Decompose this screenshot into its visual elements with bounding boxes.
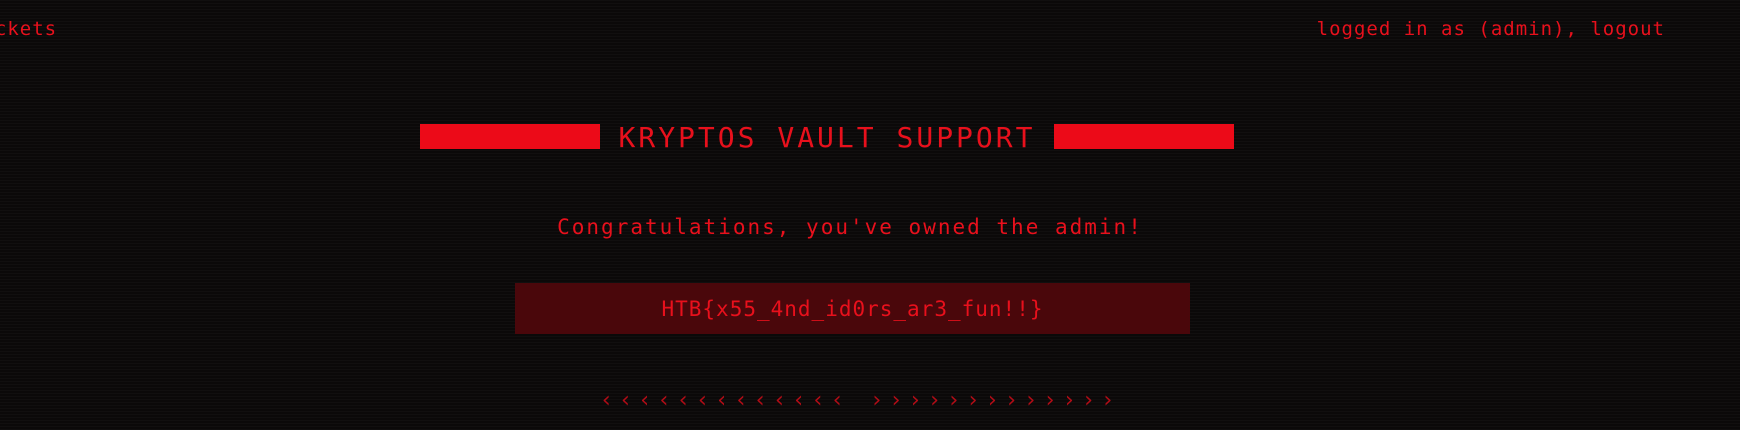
header-bar-right [1054, 124, 1234, 149]
congratulations-message: Congratulations, you've owned the admin! [557, 215, 1143, 239]
logged-in-label: logged in as [1316, 18, 1479, 40]
flag-box: HTB{x55_4nd_id0rs_ar3_fun!!} [515, 283, 1190, 334]
page-title: KRYPTOS VAULT SUPPORT [618, 121, 1036, 154]
user-status: logged in as (admin), logout [1317, 18, 1665, 40]
chevrons-right-icon: ››››››››››››› [870, 388, 1121, 413]
flag-text: HTB{x55_4nd_id0rs_ar3_fun!!} [661, 296, 1044, 321]
username-link[interactable]: (admin) [1478, 18, 1565, 40]
nav-separator: , [1565, 18, 1591, 40]
logout-link[interactable]: logout [1590, 18, 1665, 40]
tickets-link[interactable]: tickets [0, 18, 57, 40]
page-header: KRYPTOS VAULT SUPPORT [420, 122, 1234, 156]
chevrons-left-icon: ‹‹‹‹‹‹‹‹‹‹‹‹‹ [599, 388, 850, 413]
decorative-chevrons: ‹‹‹‹‹‹‹‹‹‹‹‹‹ ››››››››››››› [0, 388, 1720, 413]
header-bar-left [420, 124, 600, 149]
